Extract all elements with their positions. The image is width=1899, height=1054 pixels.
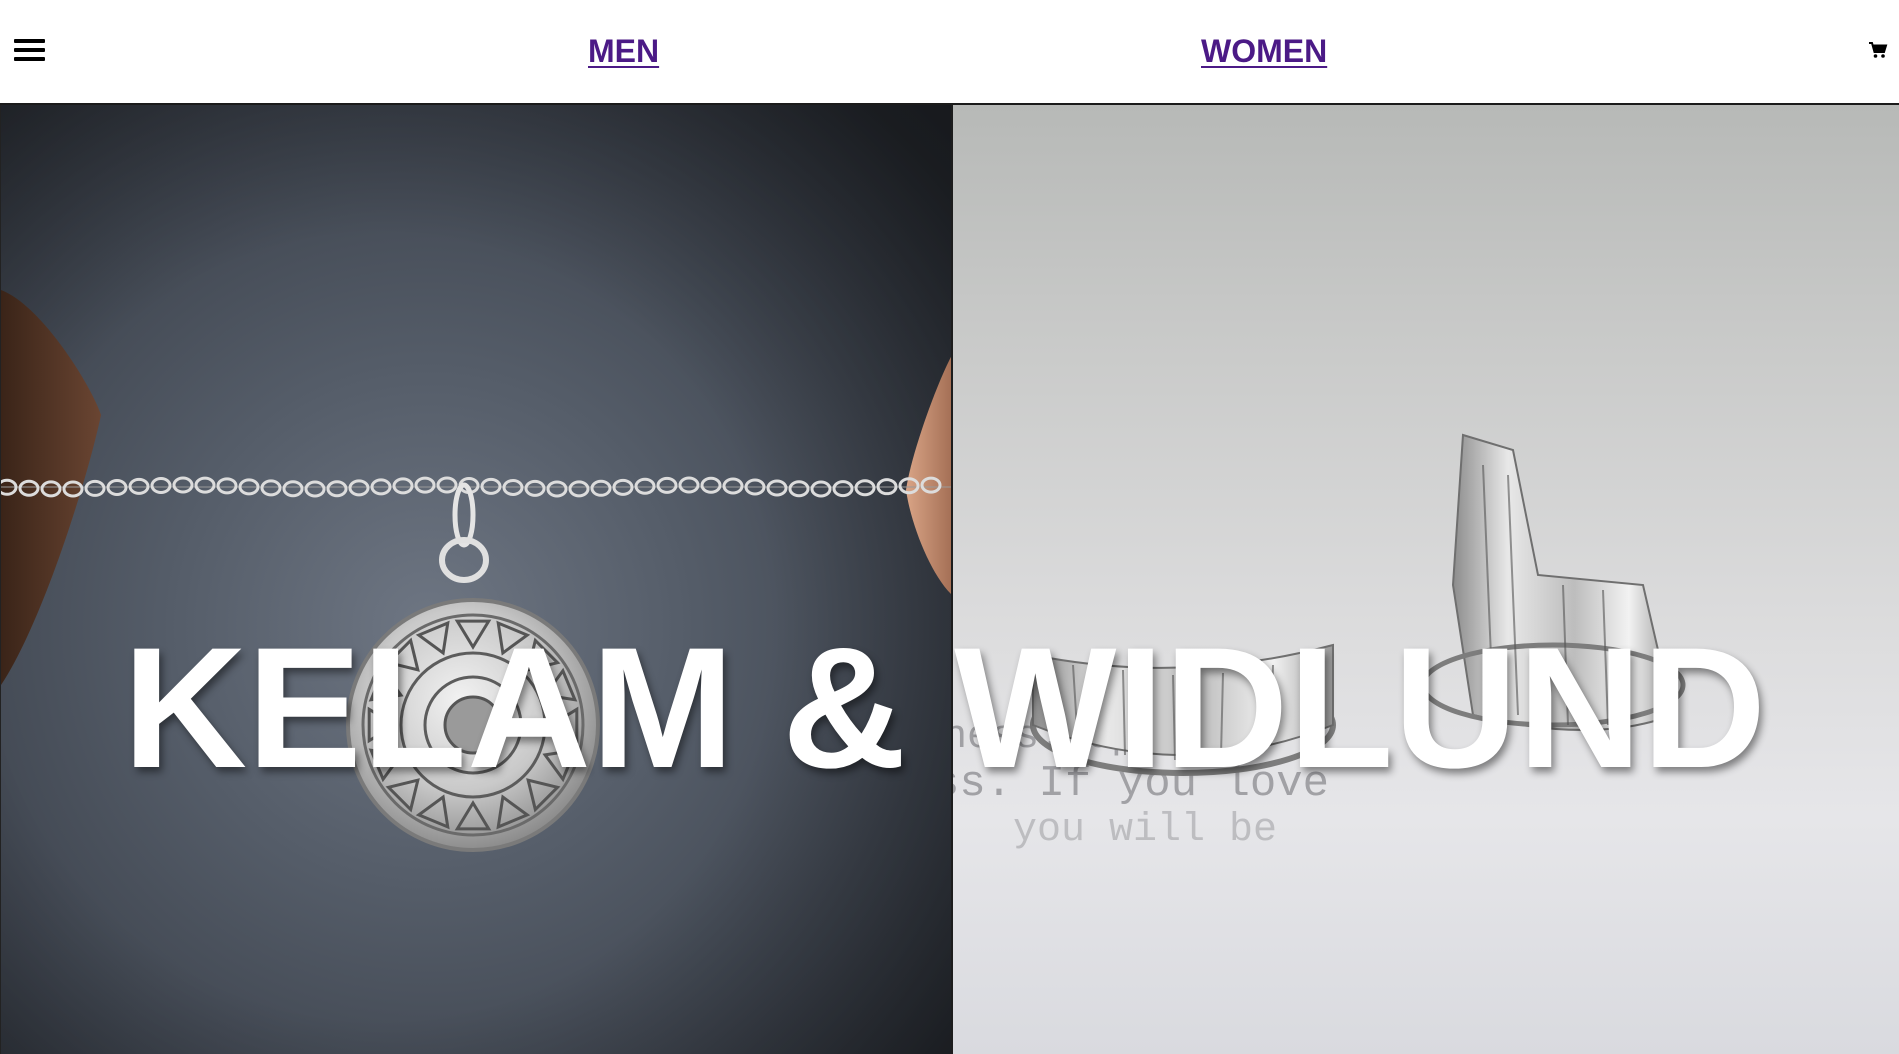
- nav-link-men[interactable]: MEN: [588, 31, 659, 71]
- site-header: MEN WOMEN: [0, 0, 1899, 105]
- pendant-necklace-photo: [1, 105, 951, 1054]
- men-hero-image[interactable]: [0, 105, 951, 1054]
- hero-banner: ness. oppl ss. If you love you will be: [0, 105, 1899, 1054]
- hamburger-menu-icon[interactable]: [14, 38, 46, 62]
- page: MEN WOMEN ness. ss. If you love you will…: [0, 0, 1899, 1054]
- shopping-cart-icon[interactable]: [1868, 41, 1888, 59]
- nav-link-women[interactable]: WOMEN: [1201, 31, 1327, 71]
- women-hero-image[interactable]: ness. oppl ss. If you love you will be: [951, 105, 1899, 1054]
- svg-text:you will be: you will be: [1013, 808, 1277, 853]
- brand-title: KELAM & WIDLUND: [122, 612, 1767, 805]
- silver-rings-photo: ness. oppl ss. If you love you will be: [953, 433, 1686, 853]
